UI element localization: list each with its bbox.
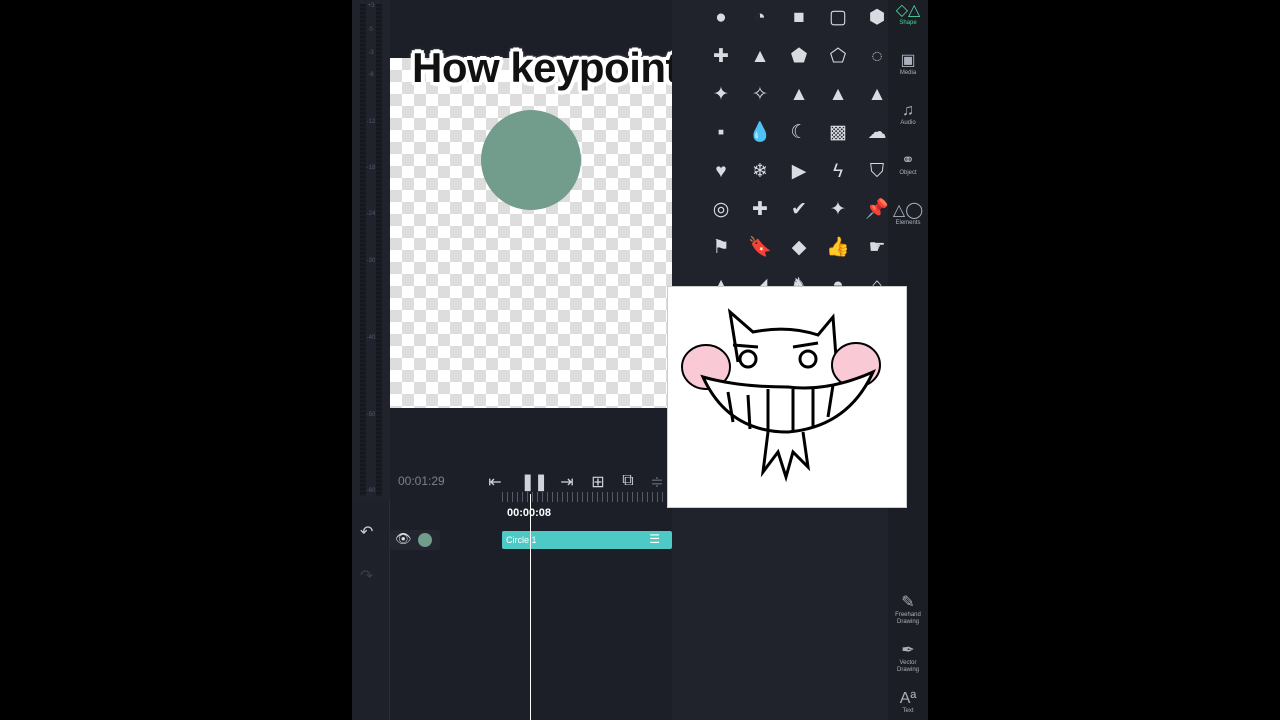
- shape-item[interactable]: ☛: [864, 237, 890, 259]
- sidebar-label: Media: [899, 70, 917, 76]
- circle-shape[interactable]: [481, 110, 581, 210]
- cat-drawing: [667, 286, 907, 508]
- sidebar-freehand[interactable]: ✎ Freehand Drawing: [888, 594, 928, 626]
- shape-item[interactable]: ⬟: [786, 46, 812, 68]
- sidebar-object[interactable]: ⚭ Object: [888, 152, 928, 177]
- shape-item[interactable]: ●: [708, 7, 734, 29]
- shape-item[interactable]: ⛉: [864, 161, 890, 183]
- meter-tick: -6: [368, 72, 374, 78]
- meter-tick: 0: [369, 27, 373, 33]
- playhead[interactable]: [530, 494, 531, 720]
- sidebar-label: Shape: [899, 20, 917, 26]
- sidebar-media[interactable]: ▣ Media: [888, 52, 928, 77]
- shape-item[interactable]: 📌: [864, 199, 890, 221]
- sidebar-label: Freehand Drawing: [895, 612, 921, 625]
- shape-item[interactable]: ☁: [864, 122, 890, 144]
- skip-end-button[interactable]: ⇥: [557, 472, 577, 492]
- sidebar-label: Vector Drawing: [896, 660, 919, 673]
- expand-button[interactable]: ≑: [647, 472, 667, 492]
- shape-item[interactable]: ϟ: [825, 161, 851, 183]
- shape-item[interactable]: ▲: [786, 84, 812, 106]
- timeline-ruler[interactable]: [502, 492, 672, 502]
- shape-item[interactable]: ◌: [864, 46, 890, 68]
- sidebar-label: Elements: [895, 220, 921, 226]
- object-icon: ⚭: [901, 152, 915, 169]
- sidebar-label: Text: [902, 708, 914, 714]
- sidebar-audio[interactable]: ♫ Audio: [888, 102, 928, 127]
- sidebar-label: Object: [899, 170, 917, 176]
- pause-button[interactable]: ❚❚: [521, 472, 548, 492]
- shape-item[interactable]: 👍: [825, 237, 851, 259]
- shape-item[interactable]: ▲: [825, 84, 851, 106]
- sidebar-text[interactable]: Aª Text: [888, 690, 928, 715]
- shape-item[interactable]: 💧: [747, 122, 773, 144]
- cat-sketch: [681, 308, 881, 483]
- media-icon: ▣: [900, 52, 916, 69]
- shape-item[interactable]: ✔: [786, 199, 812, 221]
- audio-icon: ♫: [902, 102, 914, 119]
- undo-button[interactable]: ↶: [360, 522, 373, 542]
- audio-meter: +3 0 -3 -6 -12 -18 -24 -30 -40 -50 -60: [352, 0, 390, 500]
- timeline-clip[interactable]: Circle 1 ☰: [502, 531, 672, 549]
- history-column: ↶ ↷: [352, 500, 390, 720]
- shape-item[interactable]: ◎: [708, 199, 734, 221]
- elements-icon: △◯: [892, 202, 924, 219]
- shape-item[interactable]: ☾: [786, 122, 812, 144]
- clip-handle-icon[interactable]: ☰: [649, 532, 660, 546]
- track-controls: 👁: [390, 530, 440, 550]
- shape-icon: ◇△: [895, 2, 921, 19]
- shape-item[interactable]: ◆: [786, 237, 812, 259]
- sidebar-label: Audio: [900, 120, 916, 126]
- preview-canvas[interactable]: [390, 58, 672, 408]
- meter-tick: -30: [366, 258, 376, 264]
- layer-color-swatch: [418, 533, 432, 547]
- shape-item[interactable]: ♥: [708, 161, 734, 183]
- meter-tick: -60: [366, 488, 376, 494]
- skip-start-button[interactable]: ⇤: [485, 472, 505, 492]
- sidebar-vector[interactable]: ✒ Vector Drawing: [888, 642, 928, 674]
- shape-item[interactable]: ▶: [786, 161, 812, 183]
- freehand-icon: ✎: [901, 594, 915, 611]
- meter-tick: -18: [366, 165, 376, 171]
- shape-item[interactable]: ✧: [747, 84, 773, 106]
- redo-button[interactable]: ↷: [360, 566, 373, 586]
- meter-tick: -24: [366, 211, 376, 217]
- shape-item[interactable]: ▩: [825, 122, 851, 144]
- shape-item[interactable]: ✚: [708, 46, 734, 68]
- meter-tick: +3: [367, 3, 375, 9]
- shape-item[interactable]: 🔖: [747, 237, 773, 259]
- add-keyframe-button[interactable]: ⊞: [588, 472, 608, 492]
- meter-tick: -40: [366, 335, 376, 341]
- shape-item[interactable]: ▲: [747, 46, 773, 68]
- shape-item[interactable]: ■: [786, 7, 812, 29]
- eye-icon[interactable]: 👁: [395, 531, 412, 547]
- shape-item[interactable]: ✦: [825, 199, 851, 221]
- sidebar-shape[interactable]: ◇△ Shape: [888, 2, 928, 27]
- clip-label: Circle 1: [506, 535, 537, 545]
- shape-item[interactable]: ▢: [825, 7, 851, 29]
- text-icon: Aª: [899, 690, 917, 707]
- meter-tick: -50: [366, 412, 376, 418]
- duplicate-button[interactable]: ⧉: [618, 472, 638, 490]
- shape-item[interactable]: ▲: [864, 84, 890, 106]
- vector-icon: ✒: [901, 642, 915, 659]
- shape-item[interactable]: ✦: [708, 84, 734, 106]
- meter-tick: -3: [368, 50, 374, 56]
- shape-item[interactable]: ⬢: [864, 7, 890, 29]
- shape-item[interactable]: ◔: [747, 7, 773, 29]
- shape-item[interactable]: ▪: [708, 122, 734, 144]
- shape-item[interactable]: ⬠: [825, 46, 851, 68]
- shape-item[interactable]: ⚑: [708, 237, 734, 259]
- sidebar-elements[interactable]: △◯ Elements: [888, 202, 928, 227]
- shape-item[interactable]: ✚: [747, 199, 773, 221]
- total-time: 00:01:29: [398, 474, 445, 488]
- meter-tick: -12: [366, 119, 376, 125]
- shape-item[interactable]: ❄: [747, 161, 773, 183]
